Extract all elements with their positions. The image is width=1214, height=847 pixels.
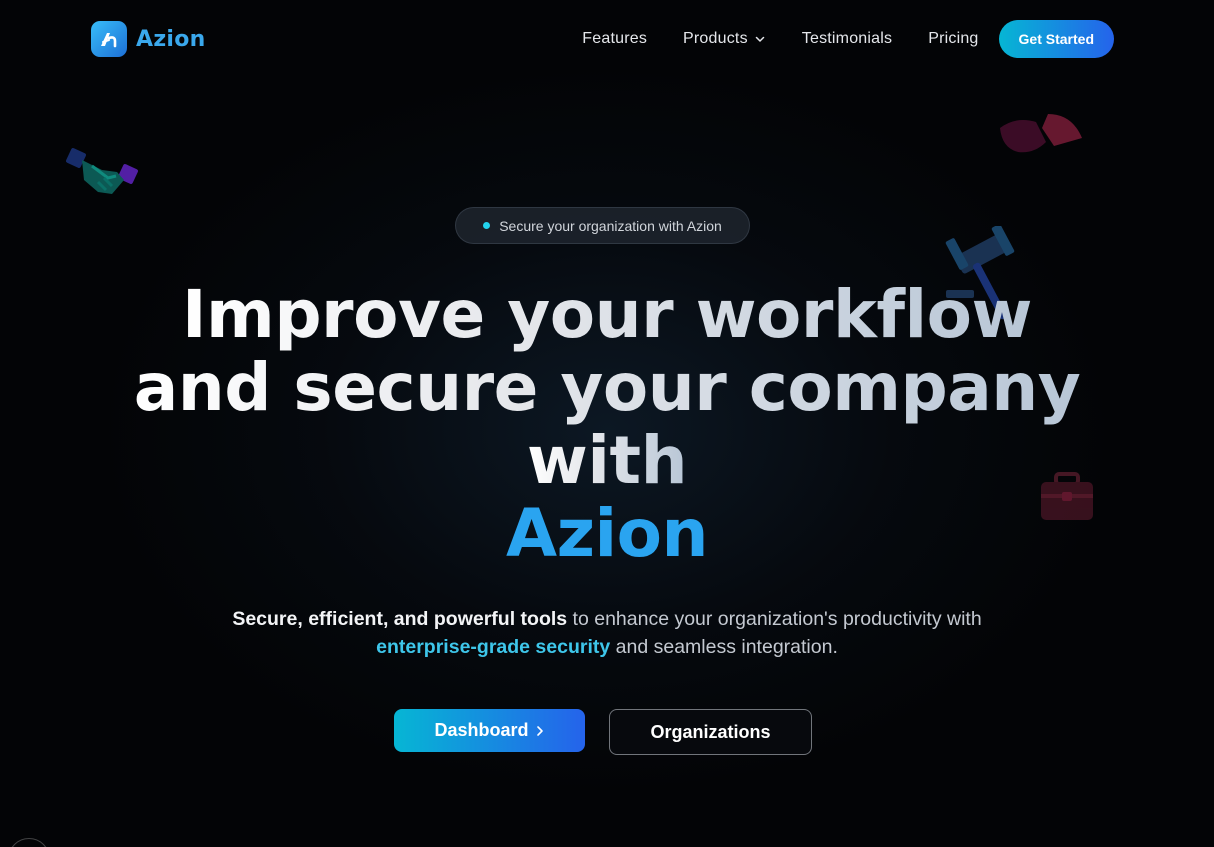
brand-name: Azion [136,26,206,52]
subtitle-strong: Secure, efficient, and powerful tools [232,608,568,630]
nav-link-pricing[interactable]: Pricing [928,30,978,48]
subtitle-highlight: enterprise-grade security [376,636,611,658]
organizations-button[interactable]: Organizations [609,709,812,755]
chevron-right-icon [536,725,543,736]
hero-subtitle: Secure, efficient, and powerful tools to… [207,605,1007,661]
subtitle-part-2: and seamless integration. [610,636,838,658]
hero-badge: Secure your organization with Azion [455,207,750,244]
nav-link-products-label: Products [683,30,748,47]
subtitle-part-1: to enhance your organization's productiv… [567,608,982,630]
azion-logo-icon [91,21,127,57]
headline-brand: Azion [506,495,708,572]
nav-links: Features Products Testimonials Pricing G… [582,20,1114,58]
chevron-down-icon [755,36,765,42]
hero-badge-text: Secure your organization with Azion [499,217,722,234]
nav-link-products[interactable]: Products [683,30,766,48]
hero-headline: Improve your workflow and secure your co… [107,278,1107,570]
status-dot-icon [483,222,491,229]
headline-line-2: and secure your company [133,349,1081,426]
brand-logo-link[interactable]: Azion [91,21,206,57]
nav-link-features[interactable]: Features [582,30,647,48]
headline-line-3: with [526,422,688,499]
headline-line-1: Improve your workflow [181,276,1033,353]
dashboard-button-label: Dashboard [434,720,529,740]
handshake-icon [66,148,138,194]
top-navbar: Azion Features Products Testimonials Pri… [0,0,1214,78]
dashboard-button[interactable]: Dashboard [394,709,585,752]
pie-chart-icon [1000,114,1082,153]
get-started-button[interactable]: Get Started [998,20,1114,58]
nav-link-testimonials[interactable]: Testimonials [802,30,892,48]
